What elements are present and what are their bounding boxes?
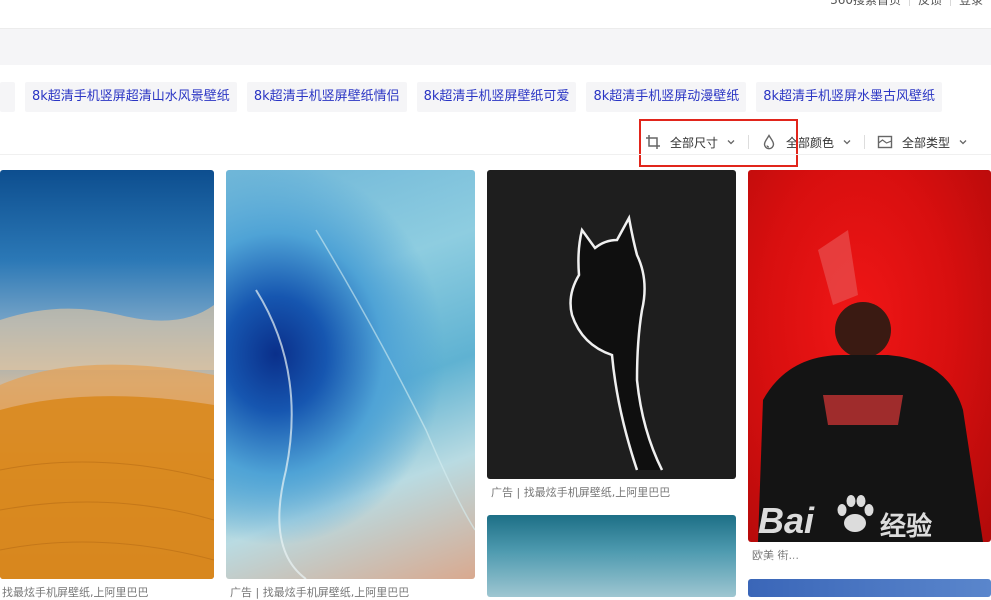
login-link[interactable]: 登录 xyxy=(951,0,991,8)
card-caption[interactable]: 广告 | 找最炫手机屏壁纸,上阿里巴巴 xyxy=(491,484,670,500)
tag-item[interactable]: 8k超清手机竖屏壁纸可爱 xyxy=(416,82,577,112)
cat-silhouette-image xyxy=(569,214,664,471)
divider xyxy=(748,135,750,149)
chevron-down-icon xyxy=(727,140,735,145)
chevron-down-icon xyxy=(959,140,967,145)
wallpaper-card-desert[interactable] xyxy=(0,170,214,579)
wallpaper-card-sky[interactable] xyxy=(487,515,736,597)
tag-item[interactable]: 8k超清手机竖屏动漫壁纸 xyxy=(586,82,747,112)
ocean-image xyxy=(255,229,475,579)
divider xyxy=(864,135,866,149)
top-links: 360搜索首页 反馈 登录 xyxy=(822,0,991,8)
tag-item[interactable]: 8k超清手机竖屏壁纸情侣 xyxy=(246,82,407,112)
feedback-link[interactable]: 反馈 xyxy=(910,0,950,8)
drop-icon xyxy=(763,134,775,150)
wallpaper-card-blue[interactable] xyxy=(748,579,991,597)
card-caption[interactable]: 广告 | 找最炫手机屏壁纸,上阿里巴巴 xyxy=(230,584,409,600)
home-link[interactable]: 360搜索首页 xyxy=(822,0,909,8)
person-image xyxy=(758,230,983,542)
paw-icon xyxy=(837,495,874,532)
wallpaper-card-ocean[interactable] xyxy=(226,170,475,579)
crop-icon xyxy=(646,135,660,149)
search-band xyxy=(0,29,991,65)
desert-image xyxy=(0,305,214,579)
divider xyxy=(0,154,991,155)
tag-item[interactable]: 8k超清手机竖屏水墨古风壁纸 xyxy=(756,82,943,112)
top-bar: 360搜索首页 反馈 登录 xyxy=(0,0,991,29)
watermark-brand-2: 经验 xyxy=(880,512,933,542)
tag-item[interactable]: 8k超清手机竖屏超清山水风景壁纸 xyxy=(25,82,237,112)
card-caption[interactable]: 找最炫手机屏壁纸,上阿里巴巴 xyxy=(2,584,149,600)
size-filter-label: 全部尺寸 xyxy=(670,135,719,150)
wallpaper-card-person[interactable] xyxy=(748,170,991,542)
chevron-down-icon xyxy=(843,140,851,145)
related-tags: 纸 8k超清手机竖屏超清山水风景壁纸 8k超清手机竖屏壁纸情侣 8k超清手机竖屏… xyxy=(0,82,952,112)
type-filter-label: 全部类型 xyxy=(902,135,951,150)
color-filter-label: 全部颜色 xyxy=(786,135,835,150)
watermark-brand: Bai xyxy=(758,500,815,541)
image-type-icon xyxy=(877,135,893,149)
baidu-jingyan-watermark: Bai 经验 jingyan.baidu.com xyxy=(758,490,958,580)
wallpaper-card-cat[interactable] xyxy=(487,170,736,479)
watermark-url: jingyan.baidu.com xyxy=(760,552,899,570)
tag-item[interactable]: 纸 xyxy=(0,82,15,112)
